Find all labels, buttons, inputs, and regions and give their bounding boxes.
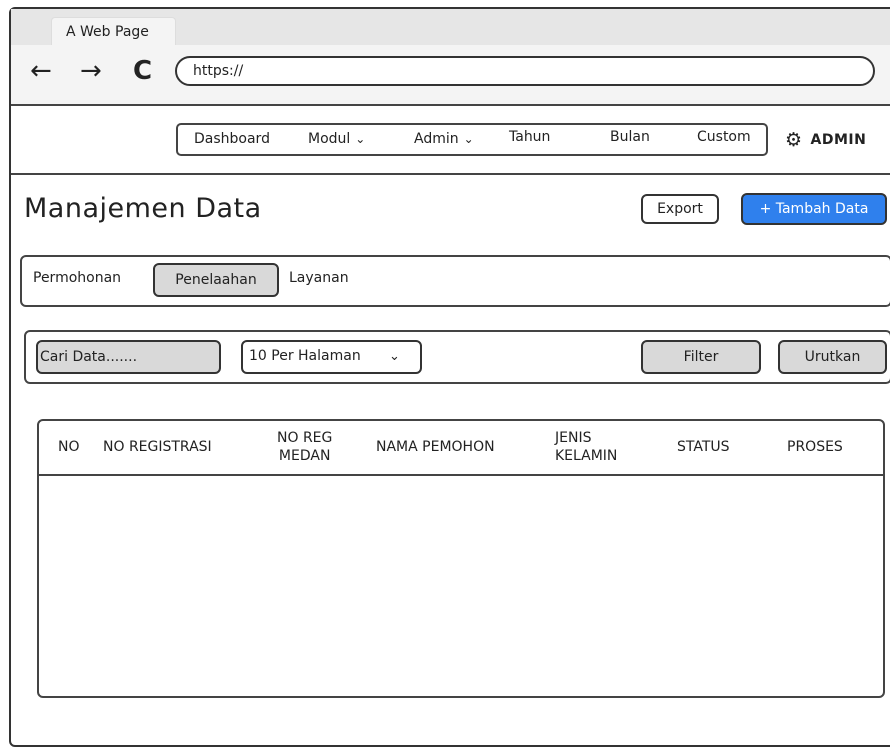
gear-icon: ⚙ xyxy=(785,129,803,151)
chevron-down-icon: ⌄ xyxy=(389,349,400,364)
chevron-down-icon: ⌄ xyxy=(355,132,366,146)
sort-button[interactable]: Urutkan xyxy=(778,340,887,374)
nav-item-label: Custom xyxy=(697,129,751,145)
browser-tab[interactable]: A Web Page xyxy=(51,17,176,46)
column-header-no-reg-medan: NO REG MEDAN xyxy=(277,430,333,464)
back-icon[interactable]: ← xyxy=(30,56,52,86)
nav-item-tahun[interactable]: Tahun xyxy=(509,129,550,145)
column-header-jenis-kelamin: JENIS KELAMIN xyxy=(555,430,618,464)
add-data-button[interactable]: + Tambah Data xyxy=(741,193,887,225)
nav-item-label: Bulan xyxy=(610,129,650,145)
table-header-divider xyxy=(39,474,885,476)
tab-permohonan[interactable]: Permohonan xyxy=(33,270,121,286)
nav-item-modul[interactable]: Modul ⌄ xyxy=(308,131,365,147)
search-input[interactable] xyxy=(40,344,210,370)
forward-icon[interactable]: → xyxy=(80,56,102,86)
browser-tab-title: A Web Page xyxy=(66,24,149,40)
nav-item-bulan[interactable]: Bulan xyxy=(610,129,650,145)
header-divider xyxy=(11,173,890,175)
per-page-select[interactable]: 10 Per Halaman ⌄ xyxy=(241,340,422,374)
chevron-down-icon: ⌄ xyxy=(463,132,474,146)
nav-item-label: Dashboard xyxy=(194,131,270,147)
nav-item-label: Admin xyxy=(414,131,459,147)
tab-layanan[interactable]: Layanan xyxy=(289,270,349,286)
column-header-proses: PROSES xyxy=(787,439,843,455)
reload-icon[interactable]: C xyxy=(133,56,152,86)
column-header-no: NO xyxy=(58,439,80,455)
column-header-no-registrasi: NO REGISTRASI xyxy=(103,439,212,455)
search-box xyxy=(36,340,221,374)
nav-item-dashboard[interactable]: Dashboard xyxy=(194,131,270,147)
column-header-status: STATUS xyxy=(677,439,730,455)
address-bar[interactable]: https:// xyxy=(175,56,875,86)
tab-penelaahan[interactable]: Penelaahan xyxy=(153,263,279,297)
per-page-value: 10 Per Halaman xyxy=(249,348,361,364)
nav-item-label: Tahun xyxy=(509,129,551,145)
address-bar-text: https:// xyxy=(193,63,244,79)
column-header-nama-pemohon: NAMA PEMOHON xyxy=(376,439,495,455)
page-title: Manajemen Data xyxy=(24,193,262,224)
nav-item-custom[interactable]: Custom xyxy=(697,129,751,145)
tabs-panel xyxy=(20,255,890,307)
nav-item-admin[interactable]: Admin ⌄ xyxy=(414,131,474,147)
data-table xyxy=(37,419,885,698)
user-label: ADMIN xyxy=(810,132,867,148)
user-menu[interactable]: ⚙ ADMIN xyxy=(785,129,866,151)
nav-item-label: Modul xyxy=(308,131,351,147)
export-button[interactable]: Export xyxy=(641,194,719,224)
filter-button[interactable]: Filter xyxy=(641,340,761,374)
